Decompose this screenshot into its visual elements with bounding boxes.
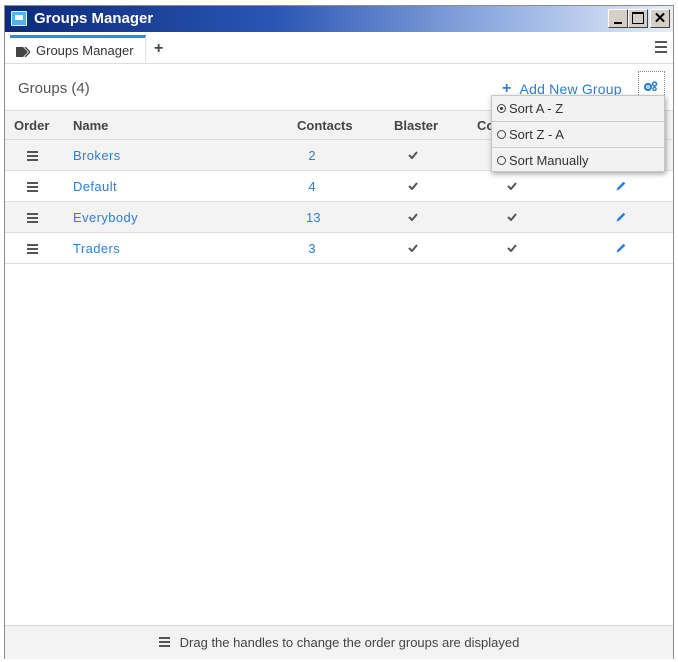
group-name-link[interactable]: Brokers bbox=[73, 148, 121, 163]
close-icon: ✕ bbox=[653, 10, 667, 27]
drag-handle-icon[interactable] bbox=[27, 244, 38, 256]
table-row: Traders 3 bbox=[5, 233, 673, 264]
check-icon bbox=[507, 244, 517, 252]
footer-hint-bar: Drag the handles to change the order gro… bbox=[5, 625, 673, 659]
contacts-count-link[interactable]: 13 bbox=[306, 210, 320, 225]
table-row: Default 4 bbox=[5, 171, 673, 202]
sort-option-label: Sort Z - A bbox=[509, 127, 564, 142]
contacts-count-link[interactable]: 2 bbox=[306, 148, 318, 163]
check-icon bbox=[507, 182, 517, 190]
column-name[interactable]: Name bbox=[73, 118, 108, 133]
drag-handle-icon[interactable] bbox=[27, 151, 38, 163]
sort-option-label: Sort Manually bbox=[509, 153, 589, 168]
close-button[interactable]: ✕ bbox=[650, 9, 670, 28]
footer-hint: Drag the handles to change the order gro… bbox=[179, 635, 520, 650]
add-tab-button[interactable]: + bbox=[154, 40, 163, 58]
radio-icon bbox=[497, 130, 506, 139]
check-icon bbox=[408, 244, 418, 252]
contacts-count-link[interactable]: 4 bbox=[306, 179, 318, 194]
drag-handle-icon[interactable] bbox=[27, 213, 38, 225]
group-name-link[interactable]: Everybody bbox=[73, 210, 138, 225]
gears-icon bbox=[644, 81, 658, 91]
tag-icon bbox=[16, 45, 31, 58]
sort-option-label: Sort A - Z bbox=[509, 101, 564, 116]
check-icon bbox=[507, 213, 517, 221]
column-order[interactable]: Order bbox=[14, 118, 49, 133]
pencil-icon[interactable] bbox=[615, 242, 627, 254]
radio-icon bbox=[497, 156, 506, 165]
maximize-icon bbox=[632, 12, 644, 24]
group-name-link[interactable]: Default bbox=[73, 179, 117, 194]
minimize-button[interactable] bbox=[608, 9, 628, 28]
pencil-icon[interactable] bbox=[615, 211, 627, 223]
tab-label: Groups Manager bbox=[36, 42, 134, 58]
check-icon bbox=[408, 182, 418, 190]
sort-menu: Sort A - Z Sort Z - A Sort Manually bbox=[491, 95, 665, 172]
check-icon bbox=[408, 213, 418, 221]
minimize-icon bbox=[614, 22, 622, 24]
sort-a-z-option[interactable]: Sort A - Z bbox=[492, 96, 664, 122]
column-blaster[interactable]: Blaster bbox=[394, 118, 438, 133]
check-icon bbox=[408, 151, 418, 159]
app-icon bbox=[11, 11, 27, 26]
page-title: Groups (4) bbox=[18, 80, 90, 97]
title-bar[interactable]: Groups Manager ✕ bbox=[5, 6, 673, 32]
groups-manager-window: Groups Manager ✕ Groups Manager + Groups… bbox=[4, 5, 674, 659]
group-name-link[interactable]: Traders bbox=[73, 241, 120, 256]
drag-handle-icon bbox=[158, 636, 170, 649]
pencil-icon[interactable] bbox=[615, 180, 627, 192]
column-contacts[interactable]: Contacts bbox=[297, 118, 353, 133]
sort-z-a-option[interactable]: Sort Z - A bbox=[492, 122, 664, 148]
tab-bar: Groups Manager + bbox=[5, 33, 673, 64]
tab-groups-manager[interactable]: Groups Manager bbox=[10, 35, 146, 62]
window-title: Groups Manager bbox=[34, 10, 154, 27]
radio-icon bbox=[497, 104, 506, 113]
table-row: Everybody 13 bbox=[5, 202, 673, 233]
hamburger-icon[interactable] bbox=[655, 41, 667, 56]
sort-manually-option[interactable]: Sort Manually bbox=[492, 148, 664, 173]
contacts-count-link[interactable]: 3 bbox=[306, 241, 318, 256]
maximize-button[interactable] bbox=[628, 9, 648, 28]
drag-handle-icon[interactable] bbox=[27, 182, 38, 194]
